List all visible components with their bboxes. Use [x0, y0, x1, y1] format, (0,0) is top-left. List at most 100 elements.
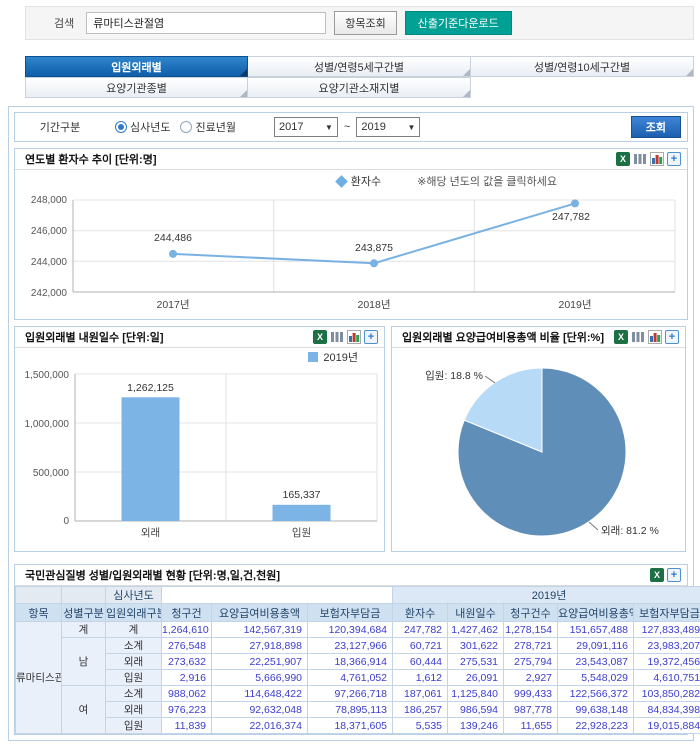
tab-institution-location[interactable]: 요양기관소재지별 — [248, 77, 471, 98]
table-group-header-row: 심사년도 2019년 — [16, 587, 700, 604]
bar-legend-row: 2019년 — [15, 348, 384, 366]
value-cell: 114,648,422 — [212, 686, 308, 702]
search-input[interactable] — [86, 12, 326, 34]
value-cell: 23,127,966 — [308, 638, 393, 654]
table-row: 외래 273,632 22,251,907 18,366,914 60,444 … — [16, 654, 700, 670]
value-cell: 986,594 — [448, 702, 504, 718]
chart-view-icon[interactable] — [347, 330, 361, 344]
value-cell: 278,721 — [504, 638, 558, 654]
period-filter: 기간구분 심사년도 진료년월 2017 ▼ ~ 2019 ▼ 조회 — [14, 112, 688, 142]
table-header-cell: 2019년 — [393, 587, 700, 604]
value-cell: 18,366,914 — [308, 654, 393, 670]
value-cell: 1,612 — [393, 670, 448, 686]
radio-treatment-month[interactable]: 진료년월 — [180, 119, 235, 135]
table-header-cell — [16, 587, 62, 604]
bar-outpatient[interactable] — [122, 397, 180, 521]
value-cell: 2,927 — [504, 670, 558, 686]
tab-inpatient-outpatient[interactable]: 입원외래별 — [25, 56, 248, 77]
value-cell: 4,610,751 — [634, 670, 700, 686]
criteria-download-button[interactable]: 산출기준다운로드 — [405, 11, 512, 35]
value-cell: 19,015,884 — [634, 718, 700, 734]
value-cell: 275,531 — [448, 654, 504, 670]
year-from-select[interactable]: 2017 ▼ — [274, 117, 338, 137]
search-label: 검색 — [54, 15, 74, 31]
data-point-2018[interactable] — [370, 259, 378, 267]
tab-gender-age5[interactable]: 성별/연령5세구간별 — [248, 56, 471, 77]
radio-dot-icon — [115, 121, 127, 133]
value-cell: 92,632,048 — [212, 702, 308, 718]
value-cell: 18,371,605 — [308, 718, 393, 734]
data-grid-icon[interactable] — [330, 330, 344, 344]
data-point-2019[interactable] — [571, 199, 579, 207]
section-icons: X + — [313, 330, 378, 344]
tab-group: 입원외래별 성별/연령5세구간별 성별/연령10세구간별 요양기관종별 요양기관… — [25, 56, 694, 98]
value-cell: 60,721 — [393, 638, 448, 654]
tab-gender-age10[interactable]: 성별/연령10세구간별 — [471, 56, 694, 77]
excel-export-icon[interactable]: X — [650, 568, 664, 582]
data-grid-icon[interactable] — [631, 330, 645, 344]
patients-trend-chart[interactable]: 242,000 244,000 246,000 248,000 244,486 … — [15, 192, 687, 316]
value-cell: 247,782 — [393, 622, 448, 638]
table-column-header-row: 항목 성별구분 입원외래구분 청구건 요양급여비용총액 보험자부담금 환자수 내… — [16, 604, 700, 622]
value-cell: 273,632 — [162, 654, 212, 670]
value-cell: 78,895,113 — [308, 702, 393, 718]
value-cell: 988,062 — [162, 686, 212, 702]
item-lookup-button[interactable]: 항목조회 — [334, 11, 396, 35]
radio-dot-icon — [180, 121, 192, 133]
expand-icon[interactable]: + — [667, 152, 681, 166]
y-tick: 1,500,000 — [25, 370, 70, 381]
expand-icon[interactable]: + — [364, 330, 378, 344]
excel-export-icon[interactable]: X — [313, 330, 327, 344]
value-cell: 29,091,116 — [558, 638, 634, 654]
expand-icon[interactable]: + — [665, 330, 679, 344]
chart-view-icon[interactable] — [648, 330, 662, 344]
cost-ratio-pie-chart[interactable]: 입원: 18.8 % 외래: 81.2 % — [392, 348, 685, 548]
visit-days-chart[interactable]: 0 500,000 1,000,000 1,500,000 1,262,125 … — [15, 366, 384, 548]
point-label: 244,486 — [154, 232, 192, 244]
value-cell: 120,394,684 — [308, 622, 393, 638]
year-to-select[interactable]: 2019 ▼ — [356, 117, 420, 137]
y-tick: 244,000 — [31, 257, 68, 268]
value-cell: 276,548 — [162, 638, 212, 654]
radio-review-year[interactable]: 심사년도 — [115, 119, 170, 135]
section-title: 입원외래별 내원일수 [단위:일] — [25, 329, 164, 345]
col-item: 항목 — [16, 604, 62, 622]
section-title-bar: 연도별 환자수 추이 [단위:명] X + — [15, 149, 687, 170]
item-cell: 류마티스관절염 — [16, 622, 62, 734]
tab-institution-type[interactable]: 요양기관종별 — [25, 77, 248, 98]
radio-label: 진료년월 — [195, 119, 235, 135]
section-title: 국민관심질병 성별/입원외래별 현황 [단위:명,일,건,천원] — [25, 567, 280, 583]
value-cell: 84,834,398 — [634, 702, 700, 718]
table-row: 외래 976,223 92,632,048 78,895,113 186,257… — [16, 702, 700, 718]
value-cell: 301,622 — [448, 638, 504, 654]
bar-inpatient[interactable] — [273, 505, 331, 521]
value-cell: 22,928,223 — [558, 718, 634, 734]
content-container: 기간구분 심사년도 진료년월 2017 ▼ ~ 2019 ▼ 조회 연도별 환자… — [8, 106, 694, 741]
chart-view-icon[interactable] — [650, 152, 664, 166]
bar-value-label: 165,337 — [283, 489, 321, 501]
year-range-group: 2017 ▼ ~ 2019 ▼ — [274, 117, 420, 137]
tab-label: 요양기관소재지별 — [319, 80, 400, 96]
section-icons: X + — [650, 568, 681, 582]
type-cell: 소계 — [106, 638, 162, 654]
col-visit-days: 내원일수 — [448, 604, 504, 622]
excel-export-icon[interactable]: X — [614, 330, 628, 344]
legend-label: 2019년 — [323, 349, 358, 365]
data-grid-icon[interactable] — [633, 152, 647, 166]
expand-icon[interactable]: + — [667, 568, 681, 582]
data-point-2017[interactable] — [169, 250, 177, 258]
excel-export-icon[interactable]: X — [616, 152, 630, 166]
x-tick: 2017년 — [156, 299, 189, 311]
status-table: 심사년도 2019년 항목 성별구분 입원외래구분 청구건 요양급여비용총액 보… — [15, 586, 700, 734]
section-icons: X + — [614, 330, 679, 344]
value-cell: 1,264,610 — [162, 622, 212, 638]
table-row: 여 소계 988,062 114,648,422 97,266,718 187,… — [16, 686, 700, 702]
query-button[interactable]: 조회 — [631, 116, 681, 138]
table-row: 류마티스관절염 계 계 1,264,610 142,567,319 120,39… — [16, 622, 700, 638]
tab-fold — [240, 69, 247, 76]
col-patients: 환자수 — [393, 604, 448, 622]
type-cell: 외래 — [106, 702, 162, 718]
value-cell: 97,266,718 — [308, 686, 393, 702]
value-cell: 139,246 — [448, 718, 504, 734]
x-tick: 외래 — [141, 527, 160, 539]
